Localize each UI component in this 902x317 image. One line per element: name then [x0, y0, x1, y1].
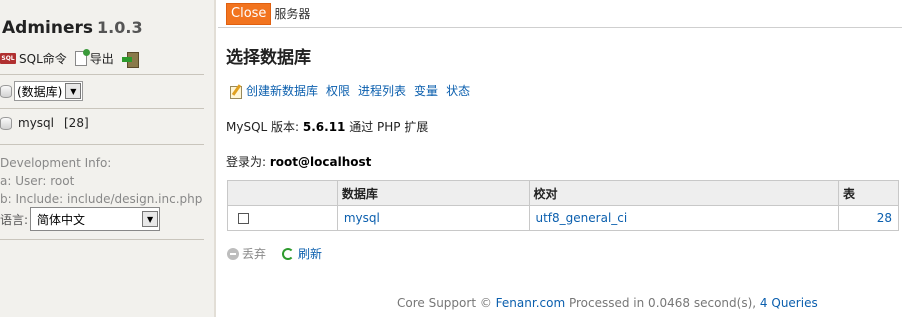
version-prefix: MySQL 版本:: [226, 120, 300, 134]
database-link[interactable]: mysql: [344, 211, 380, 225]
dev-info-title: Development Info:: [0, 156, 112, 170]
tables-cell: 28: [838, 205, 899, 231]
login-prefix: 登录为:: [226, 155, 267, 169]
language-row: 语言: 简体中文 ▼: [0, 207, 161, 231]
logout-icon: [121, 51, 139, 68]
logout-link[interactable]: [121, 51, 141, 68]
footer-site-link[interactable]: Fenanr.com: [496, 296, 565, 310]
mysql-version: MySQL 版本: 5.6.11 通过 PHP 扩展: [226, 118, 428, 135]
discard-icon: [227, 247, 239, 260]
refresh-button[interactable]: 刷新: [298, 245, 322, 262]
tables-count-link[interactable]: 28: [877, 211, 892, 225]
sidebar-toolbar: SQL SQL命令 导出: [0, 49, 141, 68]
database-list-item[interactable]: mysql [28]: [0, 116, 89, 130]
edit-icon: [229, 84, 243, 99]
export-icon: [74, 49, 90, 66]
page-title: 选择数据库: [226, 48, 311, 68]
database-selector: (数据库) ▼: [0, 81, 84, 101]
footer-prefix: Core Support ©: [397, 296, 492, 310]
collation-column-header: 校对: [528, 180, 840, 206]
privileges-link[interactable]: 权限: [326, 82, 350, 99]
discard-button[interactable]: 丢弃: [242, 245, 266, 262]
version-suffix: 通过 PHP 扩展: [349, 120, 429, 134]
divider: [0, 239, 204, 240]
process-list-link[interactable]: 进程列表: [358, 82, 406, 99]
dev-info-user: a: User: root: [0, 174, 75, 188]
chevron-down-icon[interactable]: ▼: [142, 211, 159, 227]
table-actions: 丢弃 刷新: [227, 245, 322, 262]
row-checkbox[interactable]: [238, 213, 249, 224]
language-select[interactable]: 简体中文 ▼: [30, 207, 161, 231]
footer: Core Support © Fenanr.com Processed in 0…: [397, 296, 818, 310]
database-table-count: [28]: [64, 116, 89, 130]
status-link[interactable]: 状态: [446, 82, 470, 99]
dev-info-include: b: Include: include/design.inc.php: [0, 192, 203, 206]
database-select-value: (数据库): [17, 84, 63, 99]
footer-processed: Processed in 0.0468 second(s),: [568, 296, 757, 310]
version-value: 5.6.11: [302, 120, 346, 134]
database-select[interactable]: (数据库) ▼: [14, 81, 84, 101]
login-user: root@localhost: [269, 155, 372, 169]
database-name[interactable]: mysql: [18, 116, 54, 130]
database-cell: mysql: [336, 205, 530, 231]
action-links: 创建新数据库 权限 进程列表 变量 状态: [229, 82, 470, 99]
divider: [0, 144, 204, 145]
collation-cell: utf8_general_ci: [528, 205, 840, 231]
row-checkbox-cell: [227, 205, 338, 231]
app-brand[interactable]: Adminers 1.0.3: [2, 18, 143, 38]
collation-link[interactable]: utf8_general_ci: [536, 211, 628, 225]
breadcrumb-server: 服务器: [274, 7, 311, 21]
sql-command-label: SQL命令: [19, 52, 67, 66]
login-info: 登录为: root@localhost: [226, 153, 371, 170]
sidebar: Adminers 1.0.3 SQL SQL命令 导出 (数据库) ▼ mysql…: [0, 0, 216, 317]
sql-icon: SQL: [0, 53, 16, 64]
variables-link[interactable]: 变量: [414, 82, 438, 99]
breadcrumb-bar: Close 服务器: [218, 0, 902, 28]
export-link[interactable]: 导出: [74, 49, 114, 67]
divider: [0, 108, 204, 109]
brand-version: 1.0.3: [97, 18, 143, 37]
refresh-icon: [282, 247, 295, 260]
database-icon: [0, 84, 12, 98]
divider: [0, 74, 204, 75]
table-row: mysql utf8_general_ci 28: [227, 205, 899, 231]
chevron-down-icon[interactable]: ▼: [65, 83, 82, 99]
close-button[interactable]: Close: [226, 2, 272, 25]
create-database-link[interactable]: 创建新数据库: [246, 82, 318, 99]
footer-queries-link[interactable]: 4 Queries: [760, 296, 818, 310]
sql-command-link[interactable]: SQL SQL命令: [0, 50, 67, 67]
brand-name: Adminers: [2, 18, 94, 38]
export-label: 导出: [89, 52, 114, 66]
development-info: Development Info: a: User: root b: Inclu…: [0, 154, 202, 208]
database-column-header: 数据库: [336, 180, 530, 206]
database-table: 数据库 校对 表 mysql utf8_general_ci 28: [227, 180, 899, 231]
table-header-row: 数据库 校对 表: [227, 180, 899, 206]
language-select-value: 简体中文: [37, 212, 86, 227]
select-all-header: [227, 180, 338, 206]
main-content: Close 服务器 选择数据库 创建新数据库 权限 进程列表 变量 状态 MyS…: [218, 0, 902, 317]
tables-column-header: 表: [838, 180, 899, 206]
language-label: 语言:: [0, 212, 29, 227]
database-icon: [0, 116, 12, 130]
